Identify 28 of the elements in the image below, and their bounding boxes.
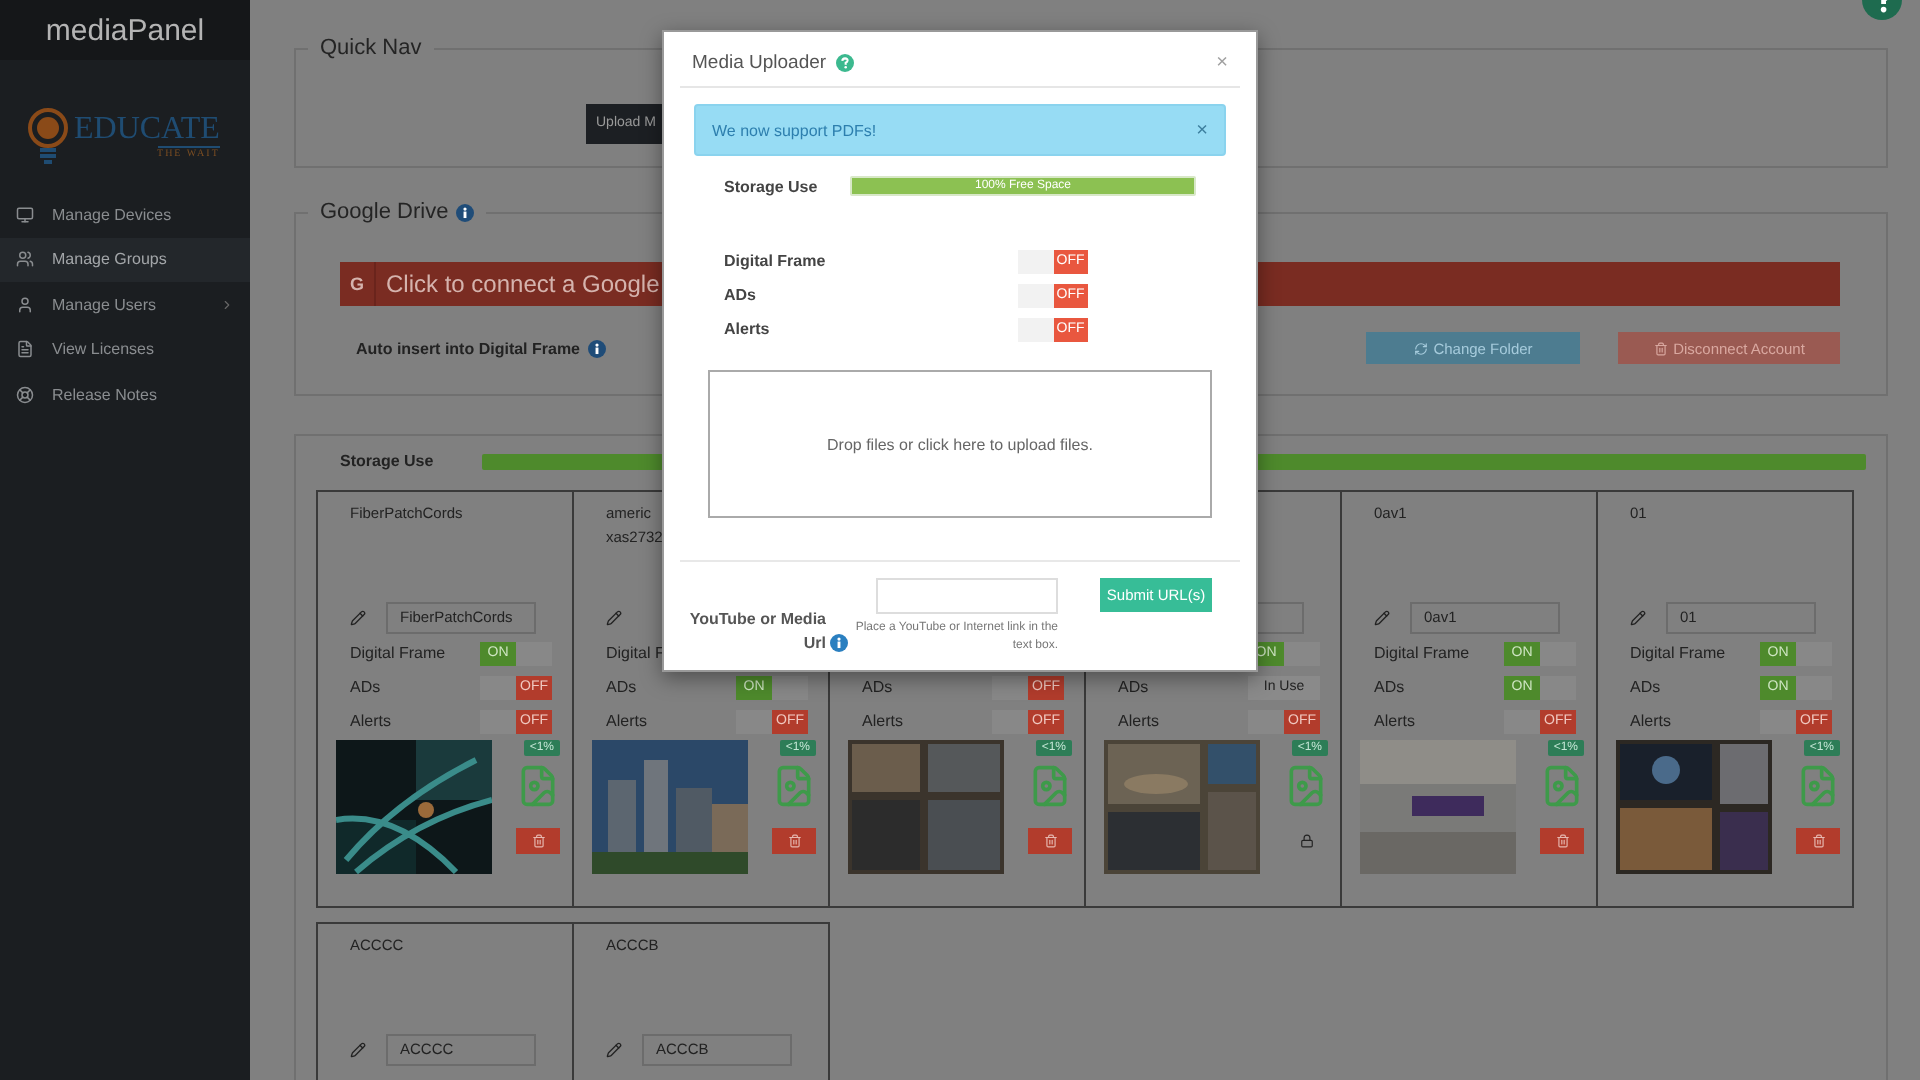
alert-message: We now support PDFs! xyxy=(712,121,879,139)
storage-label: Storage Use xyxy=(340,452,434,470)
setting-label: ADs xyxy=(1374,678,1405,696)
storage-label: Storage Use xyxy=(724,177,820,195)
logo-wordmark: EDUCATE xyxy=(74,113,220,145)
setting-label: Alerts xyxy=(1374,712,1415,730)
setting-label: ADs xyxy=(862,678,893,696)
setting-label: Digital Frame xyxy=(350,644,446,662)
setting-label: ADs xyxy=(1630,678,1661,696)
setting-label: Digital Frame xyxy=(1374,644,1470,662)
dialog-title: Media Uploader xyxy=(692,52,827,74)
setting-label: ADs xyxy=(1118,678,1149,696)
auto-insert-label: Auto insert into Digital Frame xyxy=(356,339,581,357)
section-title: Google Drive xyxy=(320,200,449,224)
setting-label: Alerts xyxy=(350,712,391,730)
app-title: mediaPanel xyxy=(0,0,250,60)
setting-label: ADs xyxy=(724,286,759,304)
setting-label: ADs xyxy=(350,678,381,696)
url-label: YouTube or Media Url xyxy=(687,608,826,656)
setting-label: Alerts xyxy=(724,320,772,338)
setting-label: Digital Frame xyxy=(724,252,828,270)
setting-label: Alerts xyxy=(606,712,647,730)
setting-label: Digital Frame xyxy=(1630,644,1726,662)
setting-label: ADs xyxy=(606,678,637,696)
section-title: Quick Nav xyxy=(318,36,424,60)
setting-label: Alerts xyxy=(862,712,903,730)
setting-label: Alerts xyxy=(1118,712,1159,730)
setting-label: Alerts xyxy=(1630,712,1671,730)
